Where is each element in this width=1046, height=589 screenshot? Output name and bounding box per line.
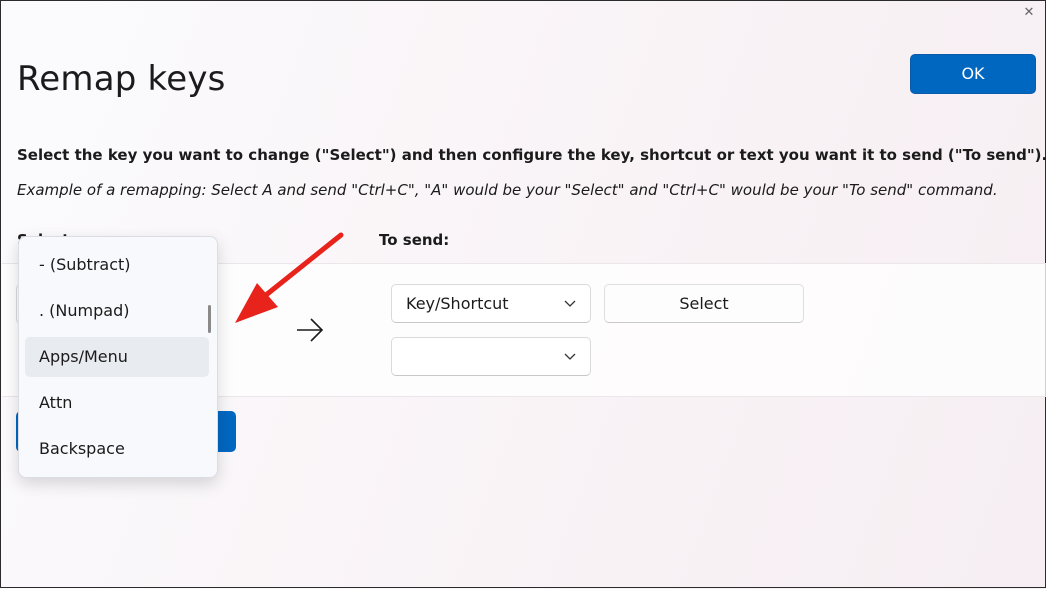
to-send-type-dropdown[interactable]: Key/Shortcut — [391, 284, 591, 323]
dialog-window: ✕ Remap keys OK Select the key you want … — [0, 0, 1046, 588]
list-item[interactable]: . (Numpad) — [25, 291, 209, 331]
list-item-label: Apps/Menu — [39, 347, 128, 366]
list-item[interactable]: - (Subtract) — [25, 245, 209, 285]
to-send-select-button[interactable]: Select — [604, 284, 804, 323]
close-icon[interactable]: ✕ — [1021, 5, 1037, 21]
to-send-type-value: Key/Shortcut — [406, 294, 509, 313]
to-send-key-dropdown[interactable] — [391, 337, 591, 376]
list-item-label: Attn — [39, 393, 73, 412]
chevron-down-icon — [564, 353, 576, 360]
page-title: Remap keys — [17, 59, 226, 99]
list-item-label: Backspace — [39, 439, 125, 458]
list-item-label: . (Numpad) — [39, 301, 130, 320]
chevron-down-icon — [564, 300, 576, 307]
scrollbar-thumb[interactable] — [208, 305, 211, 333]
list-item[interactable]: Attn — [25, 383, 209, 423]
list-item-label: - (Subtract) — [39, 255, 131, 274]
list-item[interactable]: Backspace — [25, 429, 209, 469]
instruction-text: Select the key you want to change ("Sele… — [17, 146, 1046, 164]
to-send-column-header: To send: — [379, 231, 450, 249]
arrow-right-icon — [297, 318, 324, 342]
ok-button[interactable]: OK — [910, 54, 1036, 94]
example-text: Example of a remapping: Select A and sen… — [17, 181, 998, 199]
key-dropdown-list[interactable]: - (Subtract) . (Numpad) Apps/Menu Attn B… — [18, 236, 218, 478]
list-item-highlighted[interactable]: Apps/Menu — [25, 337, 209, 377]
